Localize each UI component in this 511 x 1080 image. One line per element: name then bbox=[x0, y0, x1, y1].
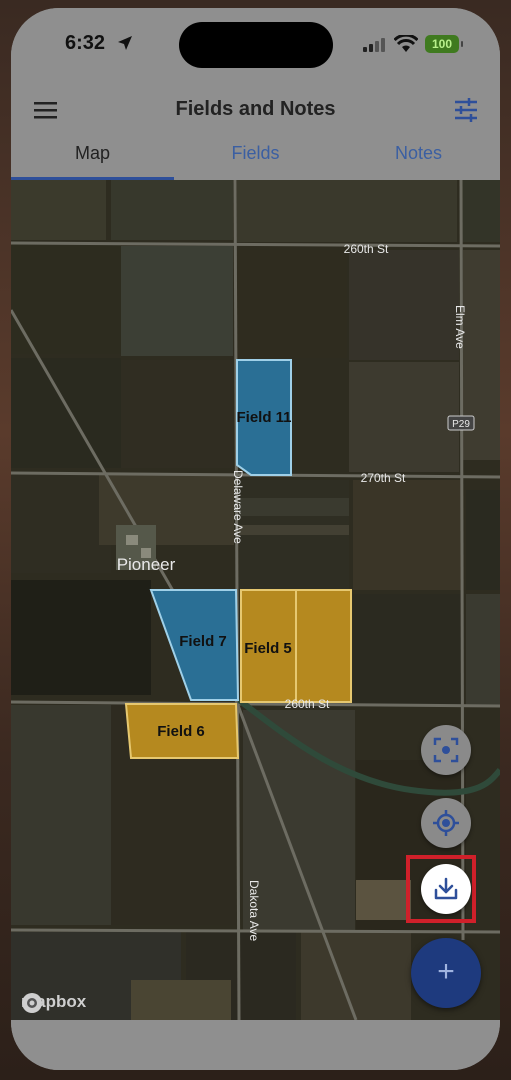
dynamic-island bbox=[179, 22, 333, 68]
cellular-signal-icon bbox=[363, 38, 385, 52]
fit-bounds-icon bbox=[433, 737, 459, 763]
parcel bbox=[353, 480, 463, 590]
page-title: Fields and Notes bbox=[175, 98, 336, 120]
tab-notes[interactable]: Notes bbox=[337, 136, 500, 180]
mapbox-attribution[interactable]: mapbox bbox=[21, 992, 86, 1013]
add-button[interactable]: + bbox=[411, 938, 481, 1008]
filter-settings-icon[interactable] bbox=[453, 98, 479, 122]
tab-bar: Map Fields Notes bbox=[11, 136, 500, 181]
road-label-270th: 270th St bbox=[361, 471, 406, 485]
parcel bbox=[461, 180, 500, 242]
location-arrow-icon bbox=[118, 36, 132, 50]
parcel bbox=[121, 246, 233, 356]
parcel bbox=[239, 498, 349, 516]
tab-fields[interactable]: Fields bbox=[174, 136, 337, 180]
field-11-label: Field 11 bbox=[236, 409, 291, 426]
parcel bbox=[11, 358, 121, 468]
parcel bbox=[11, 580, 151, 695]
status-time: 6:32 bbox=[65, 32, 106, 54]
fit-bounds-button[interactable] bbox=[421, 725, 471, 775]
road-label-dakota: Dakota Ave bbox=[247, 880, 261, 941]
app-header: Fields and Notes bbox=[11, 86, 500, 136]
road-label-elm: Elm Ave bbox=[453, 305, 467, 349]
parcel bbox=[349, 362, 459, 472]
download-icon bbox=[434, 877, 458, 900]
parcel bbox=[466, 594, 500, 706]
status-bar: 6:32 100 bbox=[11, 8, 500, 86]
parcel bbox=[121, 360, 233, 468]
parcel bbox=[11, 705, 111, 925]
locate-icon bbox=[433, 810, 459, 836]
parcel bbox=[11, 475, 111, 573]
parcel bbox=[239, 525, 349, 535]
parcel bbox=[237, 180, 457, 242]
field-5-label: Field 5 bbox=[244, 640, 292, 657]
road-label-260th: 260th St bbox=[344, 242, 389, 256]
parcel bbox=[301, 932, 411, 1020]
parcel bbox=[131, 980, 231, 1020]
battery-indicator: 100 bbox=[425, 35, 463, 53]
phone-frame: 6:32 100 Fields and Notes Map Fields Not… bbox=[11, 8, 500, 1070]
mapbox-logo-icon bbox=[22, 993, 42, 1013]
parcel bbox=[111, 180, 233, 240]
satellite-map[interactable]: Field 11 Field 7 Field 5 Field 6 260th S… bbox=[11, 180, 500, 1020]
bottom-safe-area bbox=[11, 1020, 500, 1070]
parcel bbox=[353, 594, 463, 706]
route-shield-label: P29 bbox=[452, 419, 470, 430]
town-label: Pioneer bbox=[117, 555, 176, 574]
parcel bbox=[466, 490, 500, 590]
road-label-delaware: Delaware Ave bbox=[231, 470, 245, 544]
wifi-icon bbox=[394, 35, 418, 52]
locate-me-button[interactable] bbox=[421, 798, 471, 848]
parcel bbox=[356, 880, 411, 920]
download-offline-button[interactable] bbox=[421, 864, 471, 914]
field-6-label: Field 6 bbox=[157, 723, 205, 740]
parcel bbox=[237, 250, 347, 358]
field-7-label: Field 7 bbox=[179, 633, 227, 650]
parcel bbox=[11, 180, 106, 240]
road-label-260th-lower: 260th St bbox=[285, 697, 330, 711]
tab-map[interactable]: Map bbox=[11, 136, 174, 180]
parcel bbox=[349, 250, 459, 360]
